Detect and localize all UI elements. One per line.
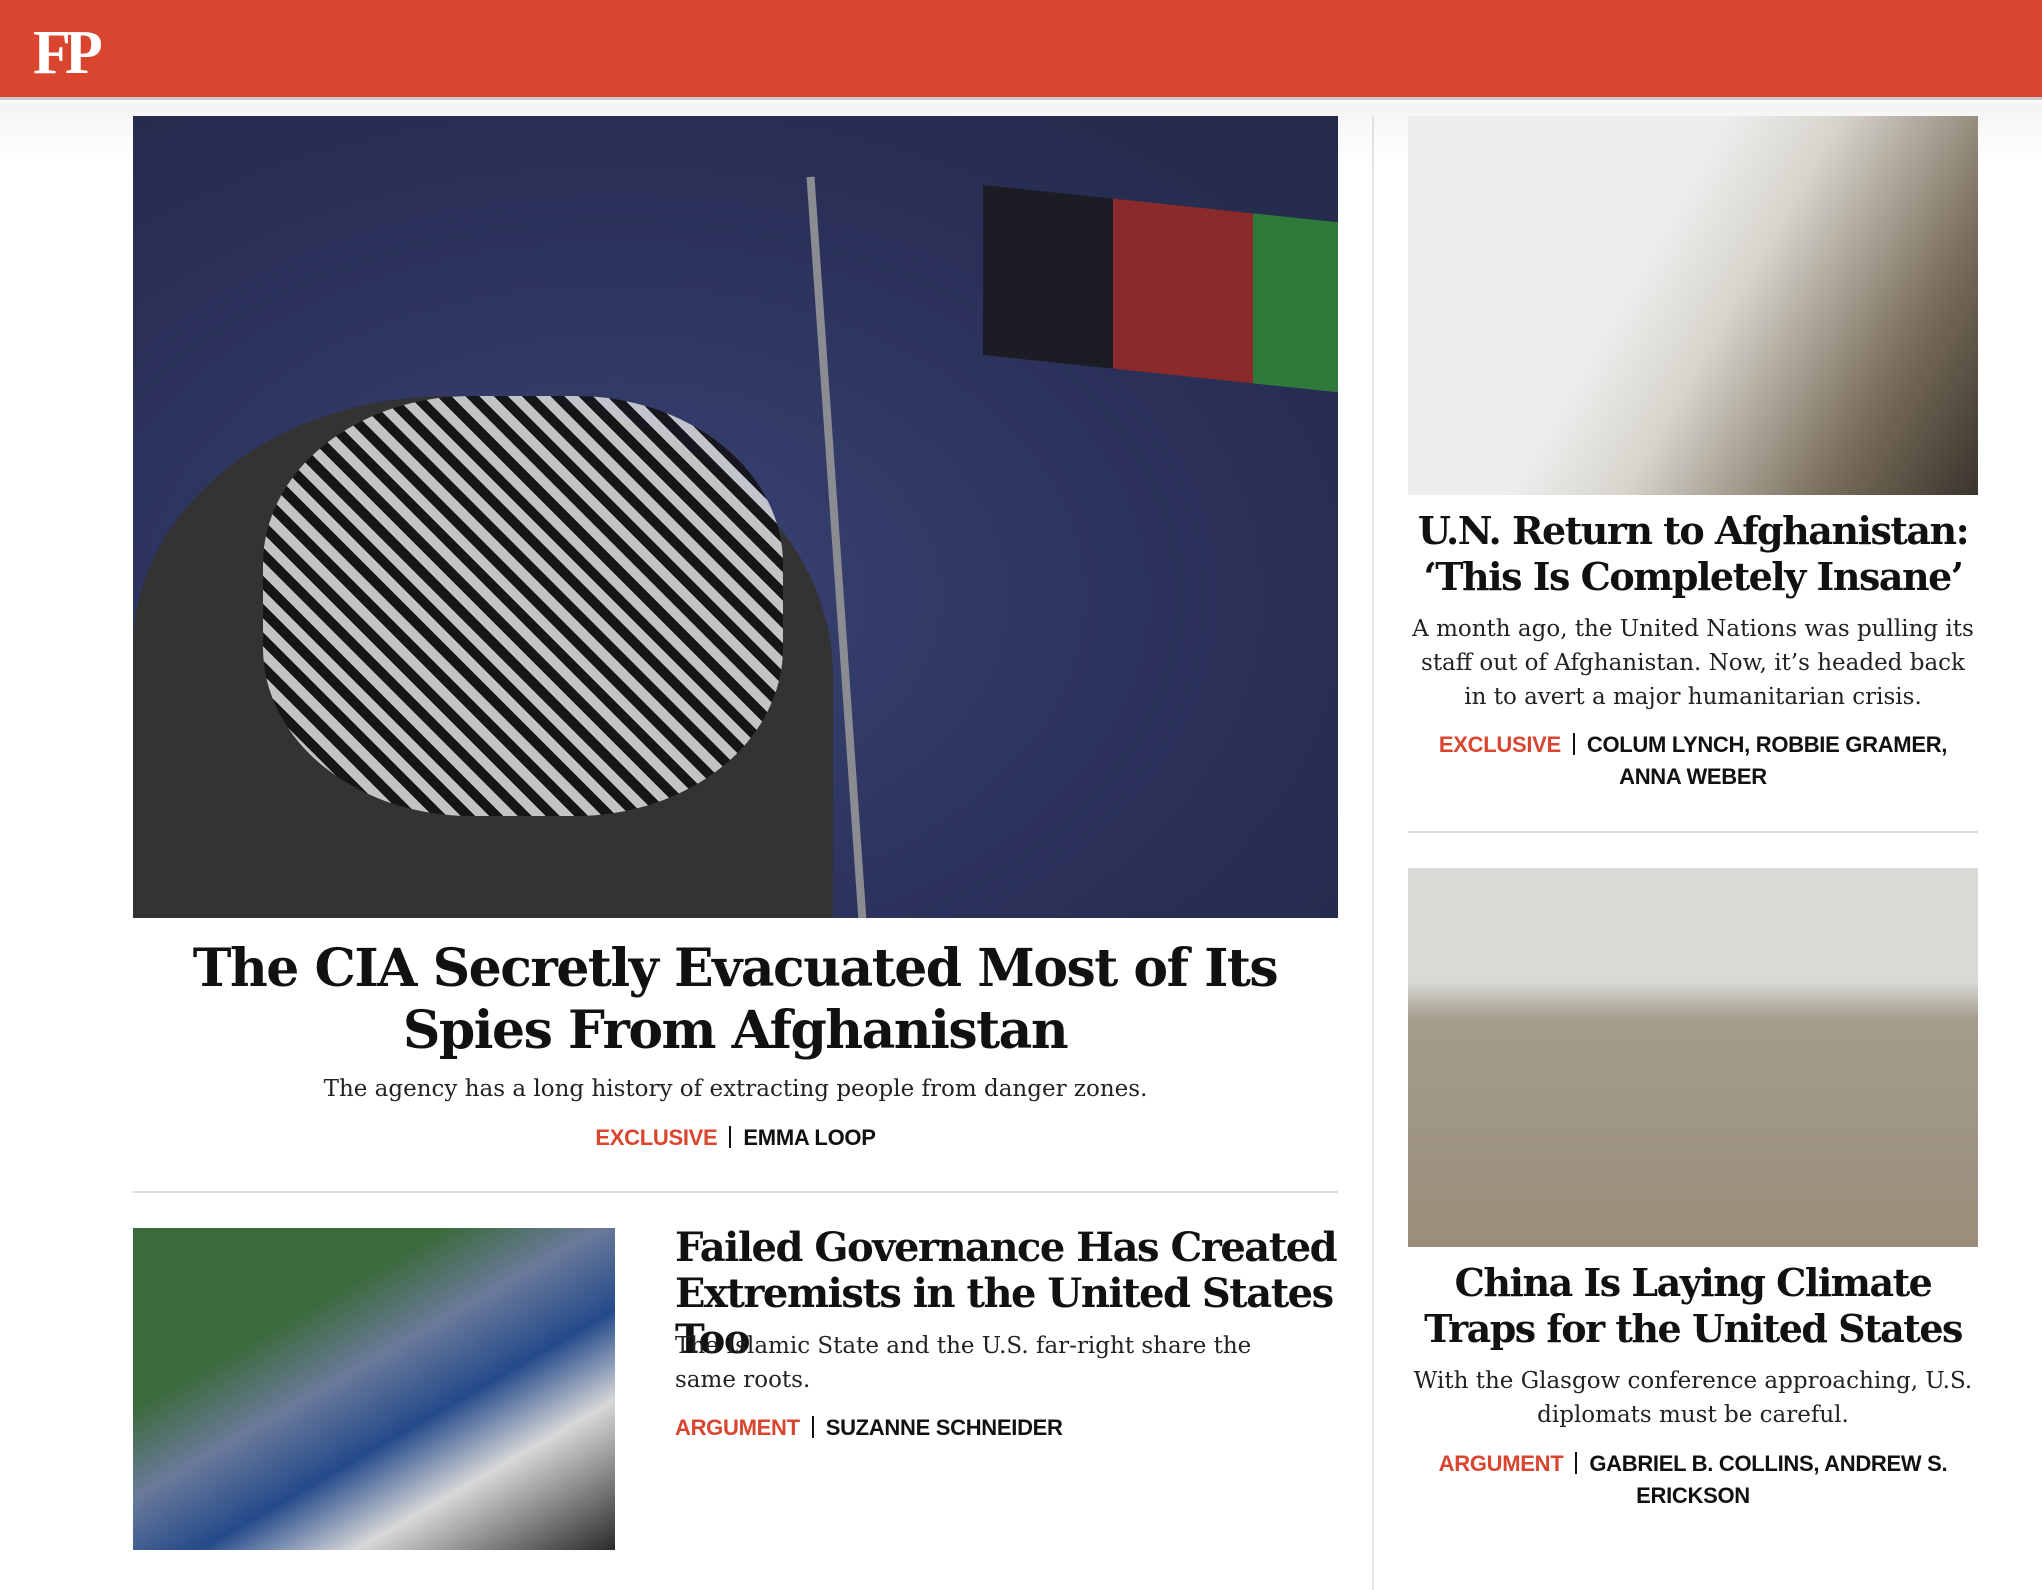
side-story-1-meta: Exclusive Colum Lynch, Robbie Gramer, Ann… — [1415, 729, 1971, 793]
side-story-2-image[interactable] — [1408, 868, 1978, 1247]
side-story-1-tag[interactable]: Exclusive — [1439, 732, 1561, 757]
scarf — [263, 396, 783, 816]
site-header: FP — [0, 0, 2042, 100]
side-story-1-image[interactable] — [1408, 116, 1978, 495]
side-story-2-author[interactable]: Gabriel B. Collins, Andrew S. Erickson — [1589, 1451, 1947, 1508]
secondary-tag[interactable]: Argument — [675, 1415, 800, 1440]
secondary-dek: The Islamic State and the U.S. far-right… — [675, 1333, 1252, 1393]
side-story-2-tag[interactable]: Argument — [1439, 1451, 1564, 1476]
separator — [811, 1416, 814, 1438]
lead-headline[interactable]: The CIA Secretly Evacuated Most of Its S… — [160, 938, 1310, 1062]
separator — [1575, 1452, 1578, 1474]
secondary-author[interactable]: Suzanne Schneider — [826, 1415, 1063, 1440]
afghan-flag — [983, 184, 1338, 398]
secondary-story-image[interactable] — [133, 1228, 615, 1550]
side-story-2-meta: Argument Gabriel B. Collins, Andrew S. Er… — [1430, 1448, 1956, 1512]
lead-author[interactable]: Emma Loop — [743, 1125, 875, 1150]
lead-dek: The agency has a long history of extract… — [323, 1076, 1148, 1102]
side-story-1-headline[interactable]: U.N. Return to Afghanistan: ‘This Is Com… — [1408, 508, 1978, 600]
separator — [1572, 733, 1575, 755]
side-story-2-headline[interactable]: China Is Laying Climate Traps for the Un… — [1400, 1260, 1986, 1352]
lead-tag[interactable]: Exclusive — [595, 1125, 717, 1150]
column-divider — [1372, 116, 1374, 1590]
lead-story-image[interactable] — [133, 116, 1338, 918]
secondary-meta: Argument Suzanne Schneider — [675, 1412, 1063, 1444]
separator — [729, 1126, 732, 1148]
divider — [1408, 831, 1978, 833]
side-story-1-dek: A month ago, the United Nations was pull… — [1412, 616, 1974, 710]
lead-meta: Exclusive Emma Loop — [133, 1122, 1338, 1154]
side-story-1-author[interactable]: Colum Lynch, Robbie Gramer, Anna Weber — [1587, 732, 1948, 789]
side-story-2-dek: With the Glasgow conference approaching,… — [1413, 1368, 1973, 1428]
divider — [133, 1191, 1338, 1193]
fp-logo[interactable]: FP — [33, 18, 103, 89]
